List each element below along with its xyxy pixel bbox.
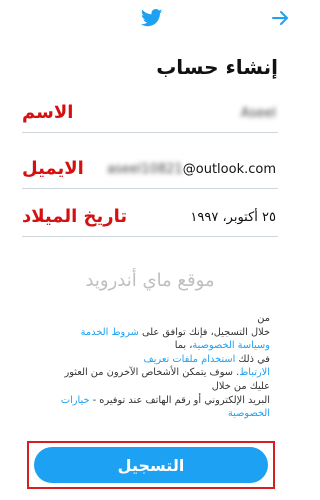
back-arrow-icon[interactable] — [270, 8, 290, 28]
cookie-use-link-cont[interactable]: الارتباط — [239, 367, 270, 378]
email-value[interactable]: aseel10821@outlook.com — [107, 162, 276, 177]
privacy-policy-link[interactable]: وسياسة الخصوصية — [192, 340, 270, 351]
terms-text: من خلال التسجيل، فإنك توافق على شروط الخ… — [60, 313, 270, 420]
terms-of-service-link[interactable]: شروط الخدمة — [81, 327, 139, 338]
privacy-options-link[interactable]: خيارات — [61, 395, 90, 406]
twitter-bird-icon — [141, 9, 163, 27]
top-bar — [0, 0, 300, 36]
name-label: الاسم — [22, 102, 74, 123]
birthdate-field[interactable]: تاريخ الميلاد ٢٥ أكتوبر، ١٩٩٧ — [22, 200, 278, 237]
email-label: الايميل — [22, 158, 84, 179]
watermark-text: موقع ماي أندرويد — [85, 270, 215, 291]
birthdate-label: تاريخ الميلاد — [22, 206, 128, 227]
privacy-options-link-cont[interactable]: الخصوصية — [228, 408, 270, 419]
cookie-use-link[interactable]: استخدام ملفات تعريف — [144, 354, 236, 365]
page-title: إنشاء حساب — [156, 55, 278, 79]
name-field[interactable]: الاسم Aseel — [22, 96, 278, 133]
birthdate-value[interactable]: ٢٥ أكتوبر، ١٩٩٧ — [190, 210, 276, 225]
name-value[interactable]: Aseel — [241, 106, 276, 121]
signup-button[interactable]: التسجيل — [34, 447, 268, 483]
email-field[interactable]: الايميل aseel10821@outlook.com — [22, 152, 278, 189]
